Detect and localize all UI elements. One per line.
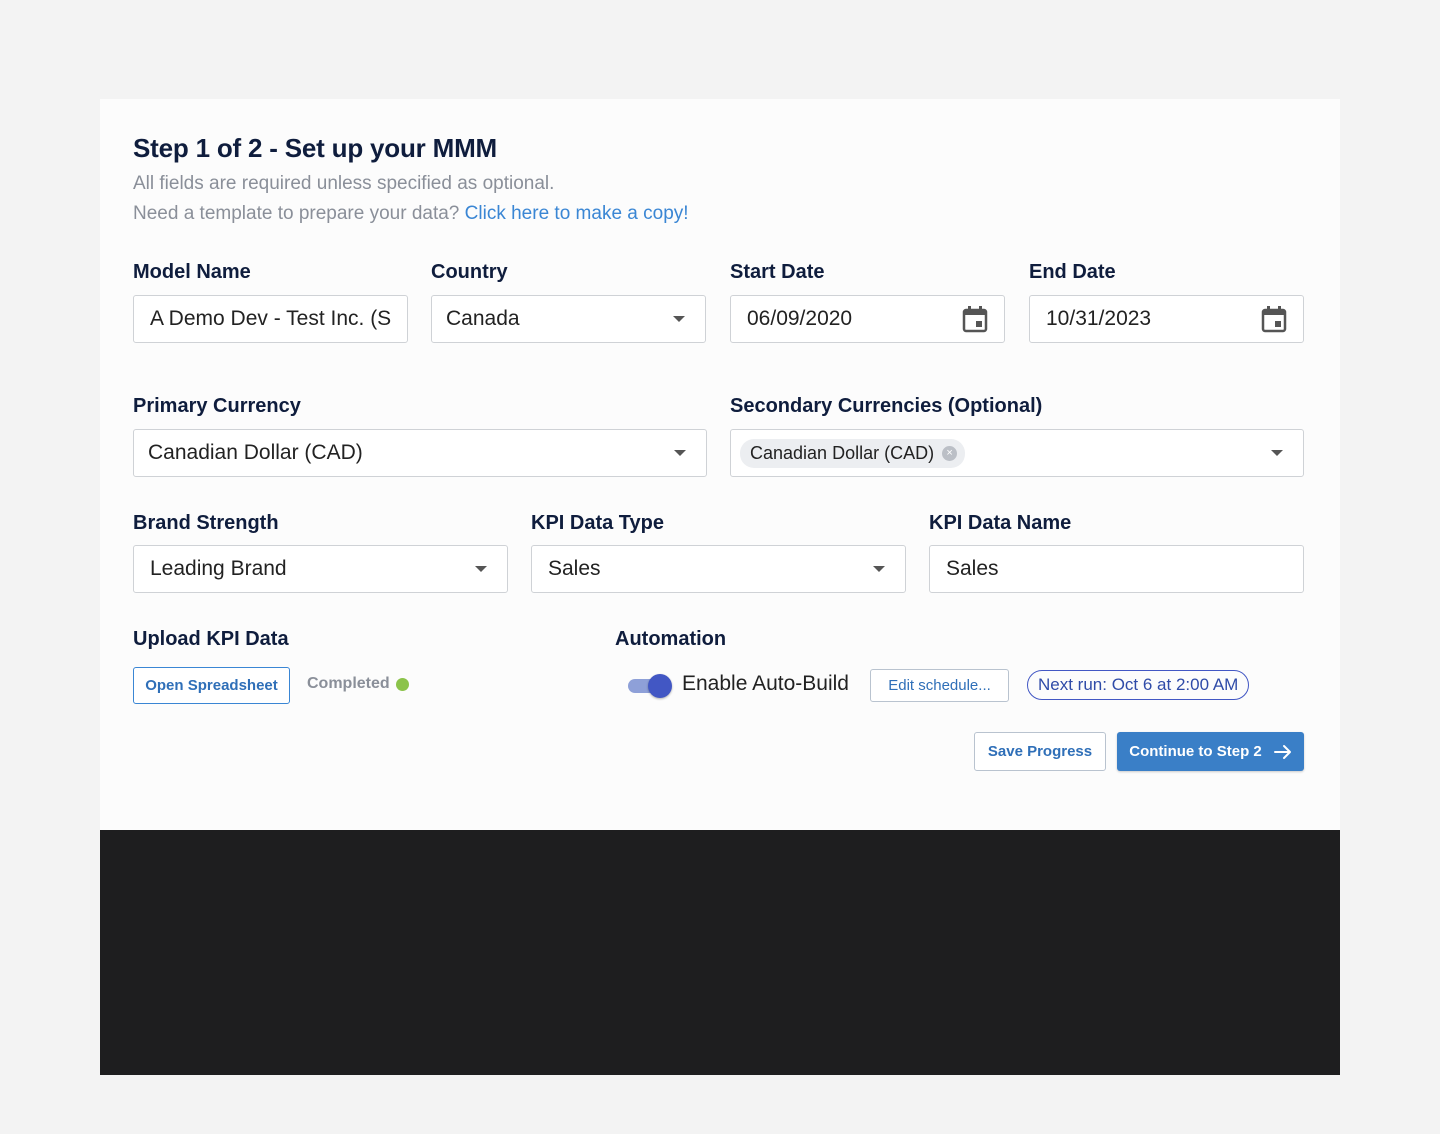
kpi-data-type-value: Sales xyxy=(548,557,601,580)
continue-button[interactable]: Continue to Step 2 xyxy=(1117,732,1304,771)
primary-currency-select[interactable]: Canadian Dollar (CAD) xyxy=(133,429,707,477)
kpi-data-name-label: KPI Data Name xyxy=(929,512,1072,534)
primary-currency-value: Canadian Dollar (CAD) xyxy=(148,441,363,464)
currency-chip: Canadian Dollar (CAD) × xyxy=(740,438,966,468)
kpi-data-type-label: KPI Data Type xyxy=(531,512,664,534)
toggle-knob xyxy=(648,674,672,698)
template-copy-link[interactable]: Click here to make a copy! xyxy=(465,203,689,224)
page-title: Step 1 of 2 - Set up your MMM xyxy=(133,133,497,163)
kpi-data-name-input[interactable]: Sales xyxy=(929,545,1304,593)
close-circle-icon[interactable]: × xyxy=(942,445,958,461)
chevron-down-icon xyxy=(673,316,685,322)
model-name-value: A Demo Dev - Test Inc. (S xyxy=(150,307,391,330)
model-name-label: Model Name xyxy=(133,261,251,283)
continue-button-label: Continue to Step 2 xyxy=(1129,743,1262,760)
required-note: All fields are required unless specified… xyxy=(133,173,555,194)
secondary-currencies-label: Secondary Currencies (Optional) xyxy=(730,395,1043,417)
end-date-input[interactable]: 10/31/2023 xyxy=(1029,295,1304,343)
country-select[interactable]: Canada xyxy=(431,295,706,343)
country-label: Country xyxy=(431,261,508,283)
country-value: Canada xyxy=(446,307,520,330)
currency-chip-label: Canadian Dollar (CAD) xyxy=(750,442,935,463)
upload-status: Completed xyxy=(307,675,409,693)
start-date-input[interactable]: 06/09/2020 xyxy=(730,295,1005,343)
model-name-input[interactable]: A Demo Dev - Test Inc. (S xyxy=(133,295,408,343)
auto-build-label: Enable Auto-Build xyxy=(682,672,849,695)
chevron-down-icon xyxy=(674,450,686,456)
upload-status-text: Completed xyxy=(307,675,390,692)
calendar-icon[interactable] xyxy=(1261,305,1287,333)
auto-build-toggle[interactable] xyxy=(628,674,672,698)
secondary-currencies-select[interactable]: Canadian Dollar (CAD) × xyxy=(730,429,1304,477)
start-date-value: 06/09/2020 xyxy=(747,307,853,330)
kpi-data-name-value: Sales xyxy=(946,557,999,580)
arrow-right-icon xyxy=(1273,744,1291,759)
upload-kpi-label: Upload KPI Data xyxy=(133,628,289,650)
secondary-currencies-chips: Canadian Dollar (CAD) × xyxy=(740,438,1261,468)
dark-footer-region xyxy=(100,830,1340,1075)
chevron-down-icon xyxy=(873,566,885,572)
next-run-badge: Next run: Oct 6 at 2:00 AM xyxy=(1027,670,1250,700)
template-note: Need a template to prepare your data? Cl… xyxy=(133,203,689,225)
template-prompt: Need a template to prepare your data? xyxy=(133,203,460,224)
save-progress-button[interactable]: Save Progress xyxy=(974,732,1106,771)
setup-card: Step 1 of 2 - Set up your MMM All fields… xyxy=(100,99,1340,830)
check-circle-icon xyxy=(395,677,409,691)
brand-strength-label: Brand Strength xyxy=(133,512,279,534)
kpi-data-type-select[interactable]: Sales xyxy=(531,545,906,593)
end-date-label: End Date xyxy=(1029,261,1116,283)
automation-label: Automation xyxy=(615,628,727,650)
end-date-value: 10/31/2023 xyxy=(1046,307,1152,330)
chevron-down-icon xyxy=(475,566,487,572)
chevron-down-icon xyxy=(1271,450,1283,456)
calendar-icon[interactable] xyxy=(962,305,988,333)
start-date-label: Start Date xyxy=(730,261,825,283)
brand-strength-select[interactable]: Leading Brand xyxy=(133,545,508,593)
brand-strength-value: Leading Brand xyxy=(150,557,287,580)
primary-currency-label: Primary Currency xyxy=(133,395,301,417)
edit-schedule-button[interactable]: Edit schedule... xyxy=(870,669,1009,702)
open-spreadsheet-button[interactable]: Open Spreadsheet xyxy=(133,667,290,704)
